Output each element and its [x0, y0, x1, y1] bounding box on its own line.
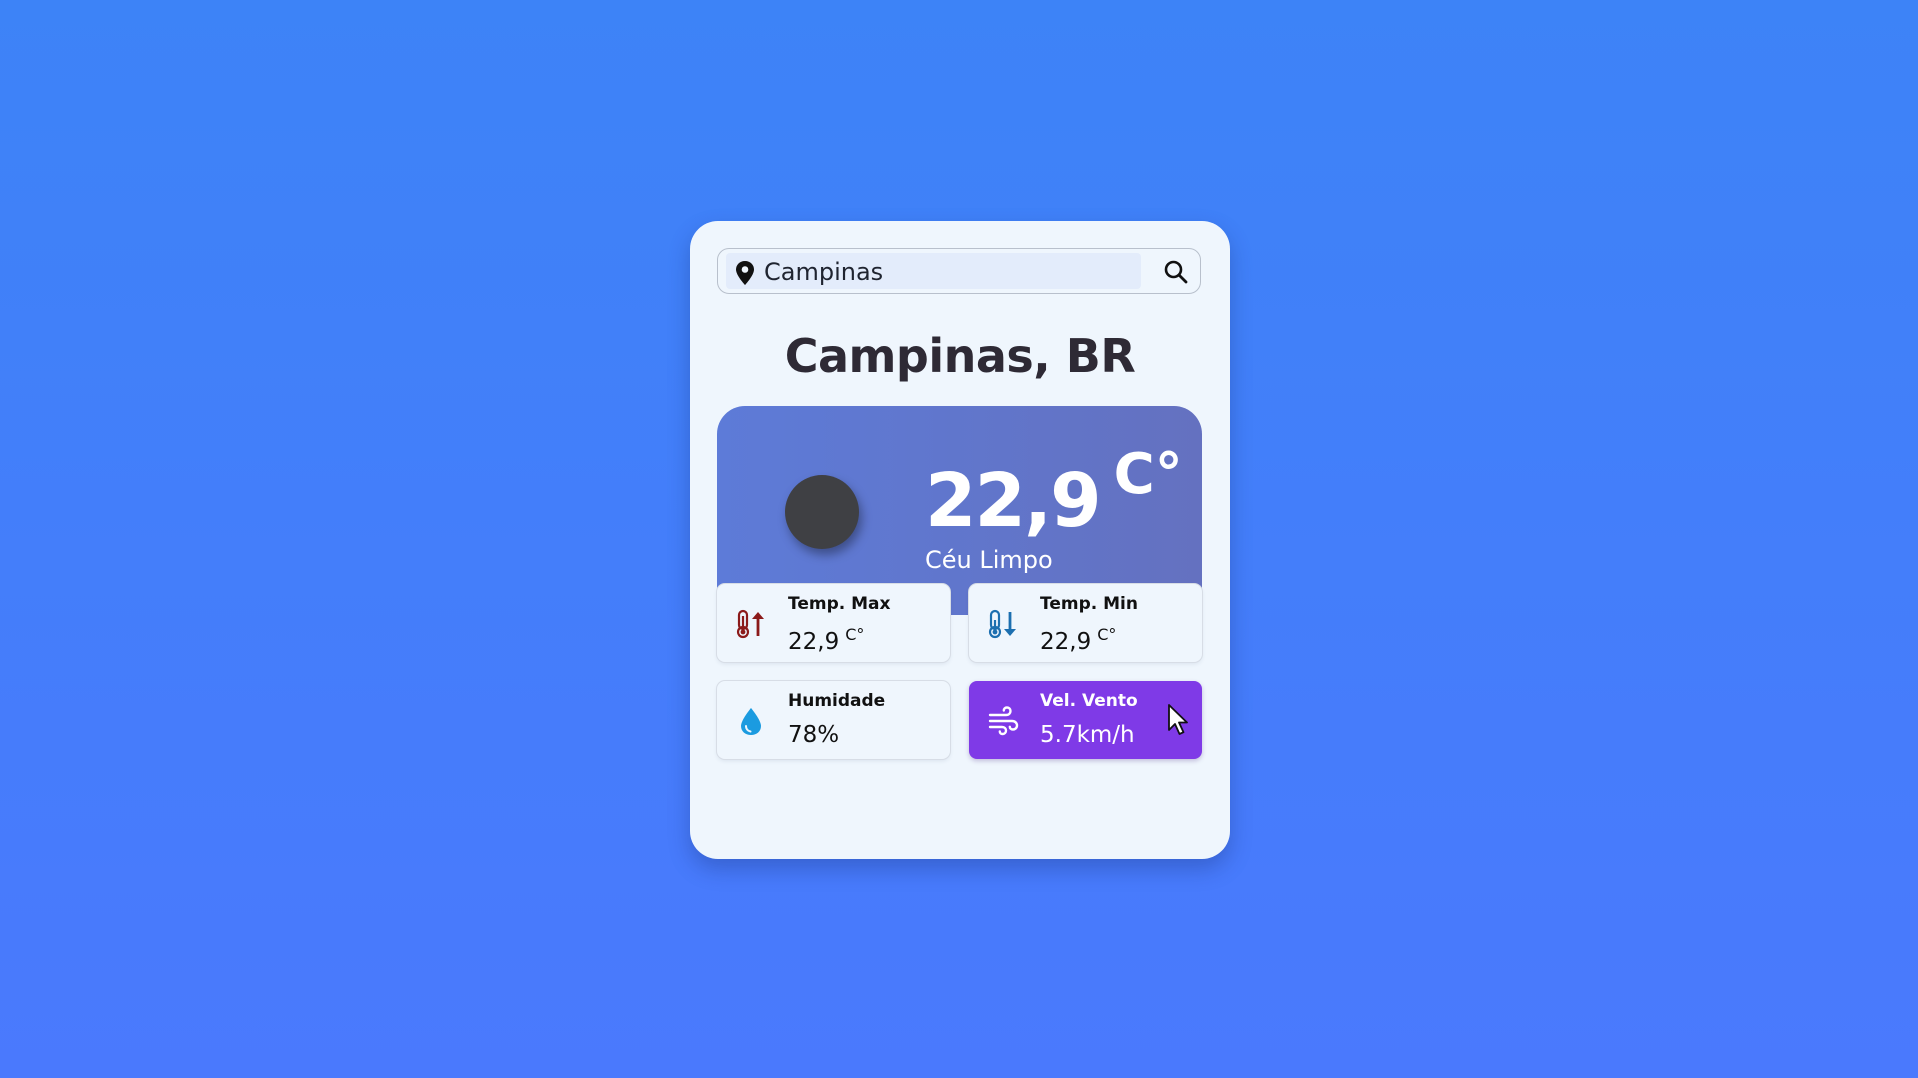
- thermometer-down-icon: [988, 609, 1016, 639]
- detail-humidity[interactable]: Humidade 78%: [717, 681, 950, 759]
- detail-label: Vel. Vento: [1040, 691, 1138, 711]
- detail-value: 22,9 C°: [1040, 625, 1116, 655]
- detail-label: Temp. Max: [788, 594, 891, 614]
- detail-label: Temp. Min: [1040, 594, 1138, 614]
- detail-value-number: 22,9: [788, 629, 840, 655]
- detail-temp-min[interactable]: Temp. Min 22,9 C°: [969, 584, 1202, 662]
- search-input[interactable]: [764, 255, 1134, 289]
- detail-wind-speed[interactable]: Vel. Vento 5.7km/h: [969, 681, 1202, 759]
- weather-condition-text: Céu Limpo: [925, 546, 1053, 574]
- search-icon[interactable]: [1163, 259, 1189, 285]
- mouse-cursor-icon: [1168, 704, 1188, 735]
- wind-icon: [988, 706, 1019, 736]
- weather-card: Campinas, BR 22,9C° Céu Limpo Temp. Max …: [690, 221, 1230, 859]
- map-pin-icon: [736, 261, 754, 285]
- search-bar: [717, 248, 1201, 294]
- detail-value-unit: C°: [1097, 625, 1117, 644]
- detail-value-unit: C°: [845, 625, 865, 644]
- weather-condition-icon: [785, 475, 859, 549]
- detail-value: 78%: [788, 722, 840, 748]
- temperature-display: 22,9 C°: [925, 447, 1183, 544]
- detail-value: 22,9 C°: [788, 625, 864, 655]
- temperature-value: 22,9: [925, 458, 1102, 544]
- location-title: Campinas, BR: [784, 329, 1136, 383]
- detail-label: Humidade: [788, 691, 886, 711]
- detail-temp-max[interactable]: Temp. Max 22,9 C°: [717, 584, 950, 662]
- water-drop-icon: [741, 708, 761, 735]
- temperature-unit: C°: [1113, 442, 1183, 507]
- thermometer-up-icon: [736, 609, 764, 639]
- detail-value-number: 22,9: [1040, 629, 1092, 655]
- detail-value: 5.7km/h: [1040, 722, 1135, 748]
